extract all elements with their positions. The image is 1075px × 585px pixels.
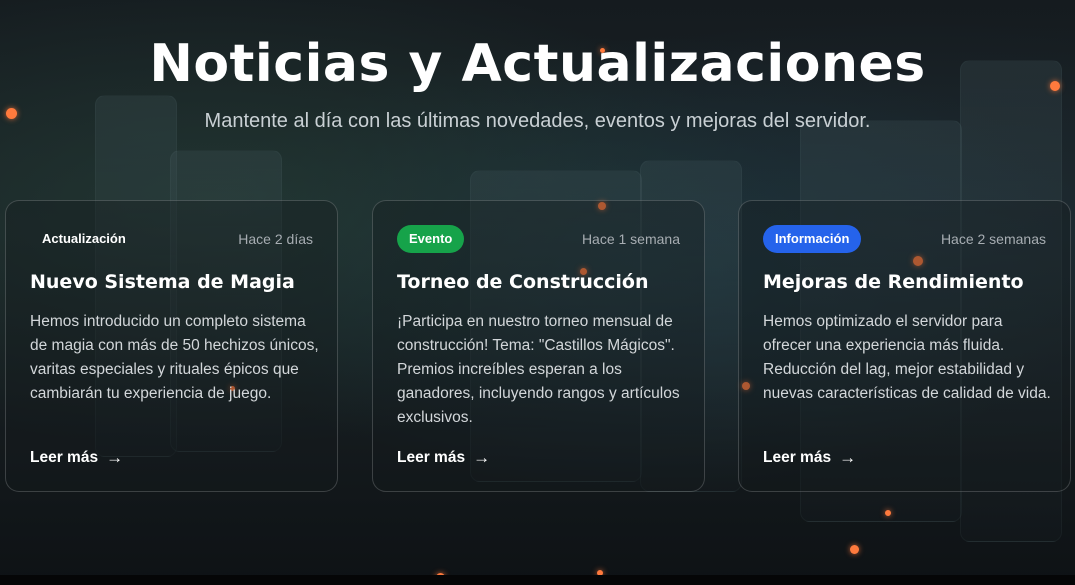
particle-dot (850, 545, 859, 554)
timestamp: Hace 2 semanas (940, 231, 1046, 247)
timestamp: Hace 1 semana (581, 231, 680, 247)
arrow-right-icon: → (473, 448, 491, 467)
category-badge: Evento (397, 225, 465, 253)
read-more-label: Leer más (397, 449, 466, 466)
card-title: Torneo de Construcción (397, 271, 649, 293)
page-title: Noticias y Actualizaciones (149, 34, 926, 94)
card-title: Nuevo Sistema de Magia (30, 271, 295, 293)
category-badge: Actualización (42, 231, 126, 246)
card-description: Hemos optimizado el servidor para ofrece… (763, 313, 1051, 402)
timestamp: Hace 2 días (238, 231, 313, 247)
page-bottom-edge (0, 575, 1075, 585)
card-title: Mejoras de Rendimiento (763, 271, 1024, 293)
read-more-link[interactable]: Leer más → (397, 448, 490, 468)
read-more-link[interactable]: Leer más → (30, 448, 123, 468)
read-more-label: Leer más (763, 449, 832, 466)
arrow-right-icon: → (839, 448, 857, 467)
arrow-right-icon: → (106, 448, 124, 467)
news-card-magia: Actualización Hace 2 días Nuevo Sistema … (5, 200, 338, 492)
news-card-rendimiento: Información Hace 2 semanas Mejoras de Re… (738, 200, 1071, 492)
news-card-torneo: Evento Hace 1 semana Torneo de Construcc… (372, 200, 705, 492)
page-subtitle: Mantente al día con las últimas novedade… (204, 110, 871, 132)
read-more-link[interactable]: Leer más → (763, 448, 856, 468)
card-description: ¡Participa en nuestro torneo mensual de … (397, 313, 680, 426)
read-more-label: Leer más (30, 449, 99, 466)
particle-dot (885, 510, 891, 516)
card-description: Hemos introducido un completo sistema de… (30, 313, 319, 402)
category-badge: Información (763, 225, 862, 253)
